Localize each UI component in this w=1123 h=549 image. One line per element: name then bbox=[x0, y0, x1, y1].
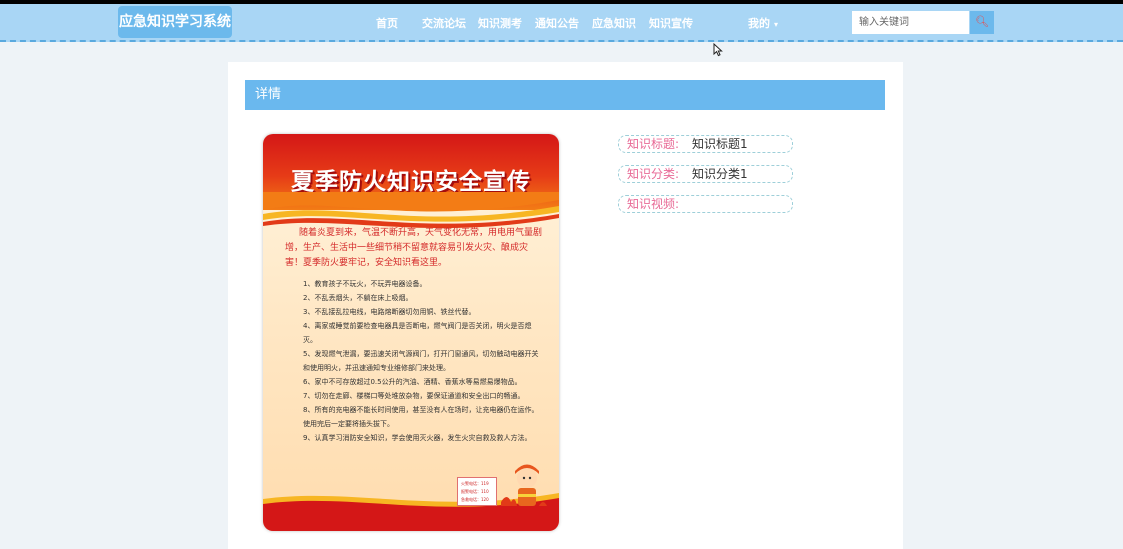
police-phone: 报警电话：110 bbox=[461, 489, 489, 494]
knowledge-title-value: 知识标题1 bbox=[692, 137, 748, 151]
ambulance-phone: 急救电话：120 bbox=[461, 497, 489, 502]
poster-tip: 3、不乱接乱拉电线，电路熔断器切勿用铜、铁丝代替。 bbox=[303, 308, 476, 316]
poster-tip: 1、教育孩子不玩火，不玩弄电器设备。 bbox=[303, 280, 427, 288]
knowledge-video-field: 知识视频: bbox=[618, 195, 793, 213]
fire-phone: 火警电话：119 bbox=[461, 481, 489, 486]
knowledge-category-value: 知识分类1 bbox=[692, 167, 748, 181]
knowledge-category-field: 知识分类: 知识分类1 bbox=[618, 165, 793, 183]
knowledge-title-label: 知识标题: bbox=[627, 137, 680, 151]
poster-tip: 2、不乱丢烟头，不躺在床上吸烟。 bbox=[303, 294, 413, 302]
knowledge-poster-image: 夏季防火知识安全宣传 随着炎夏到来，气温不断升高，天气变化无常，用电用气量剧增，… bbox=[263, 134, 559, 531]
nav-item-publicity[interactable]: 知识宣传 bbox=[649, 15, 693, 31]
user-menu[interactable]: 我的 ▾ bbox=[748, 15, 778, 31]
poster-intro: 随着炎夏到来，气温不断升高，天气变化无常，用电用气量剧增，生产、生活中一些细节稍… bbox=[285, 228, 543, 268]
mouse-cursor-icon bbox=[713, 43, 723, 57]
nav-item-forum[interactable]: 交流论坛 bbox=[422, 15, 466, 31]
app-title[interactable]: 应急知识学习系统 bbox=[118, 6, 232, 38]
poster-tip: 6、家中不可存放超过0.5公升的汽油、酒精、香蕉水等易燃易爆物品。 bbox=[303, 378, 522, 386]
poster-title: 夏季防火知识安全宣传 bbox=[291, 169, 531, 195]
nav-item-home[interactable]: 首页 bbox=[376, 15, 398, 31]
nav-item-emergency-knowledge[interactable]: 应急知识 bbox=[592, 15, 636, 31]
nav-item-notice[interactable]: 通知公告 bbox=[535, 15, 579, 31]
search-button[interactable]: 🔍︎ bbox=[970, 11, 994, 34]
knowledge-category-label: 知识分类: bbox=[627, 167, 680, 181]
detail-header: 详情 bbox=[245, 80, 885, 110]
detail-panel: 详情 夏季防火知识安全宣传 随着炎夏到来，气温不断升高，天气变化无常，用电用气量… bbox=[228, 62, 903, 549]
poster-tip: 9、认真学习消防安全知识，学会使用灭火器，发生火灾自救及救人方法。 bbox=[303, 434, 532, 442]
knowledge-title-field: 知识标题: 知识标题1 bbox=[618, 135, 793, 153]
user-menu-label: 我的 bbox=[748, 17, 770, 30]
poster-tips-list: 1、教育孩子不玩火，不玩弄电器设备。 2、不乱丢烟头，不躺在床上吸烟。 3、不乱… bbox=[303, 277, 541, 445]
search-icon: 🔍︎ bbox=[975, 16, 989, 28]
chevron-down-icon: ▾ bbox=[774, 20, 779, 29]
search-input[interactable] bbox=[852, 11, 969, 34]
poster-tip: 4、离家或睡觉前要检查电器具是否断电，燃气阀门是否关闭，明火是否熄灭。 bbox=[303, 322, 532, 344]
emergency-phone-box: 火警电话：119 报警电话：110 急救电话：120 bbox=[457, 477, 497, 506]
poster-tip: 5、发现燃气泄漏，要迅速关闭气源阀门，打开门窗通风，切勿触动电器开关和使用明火，… bbox=[303, 350, 539, 372]
nav-item-exam[interactable]: 知识测考 bbox=[478, 15, 522, 31]
poster-tip: 7、切勿在走廊、楼梯口等处堆放杂物，要保证通道和安全出口的畅通。 bbox=[303, 392, 525, 400]
firefighter-mascot-icon bbox=[501, 464, 547, 506]
top-navbar: 应急知识学习系统 首页 交流论坛 知识测考 通知公告 应急知识 知识宣传 我的 ▾… bbox=[0, 4, 1123, 42]
knowledge-video-label: 知识视频: bbox=[627, 197, 680, 211]
poster-tip: 8、所有的充电器不能长时间使用，甚至没有人在场时，让充电器仍在运作。使用完后一定… bbox=[303, 406, 539, 428]
